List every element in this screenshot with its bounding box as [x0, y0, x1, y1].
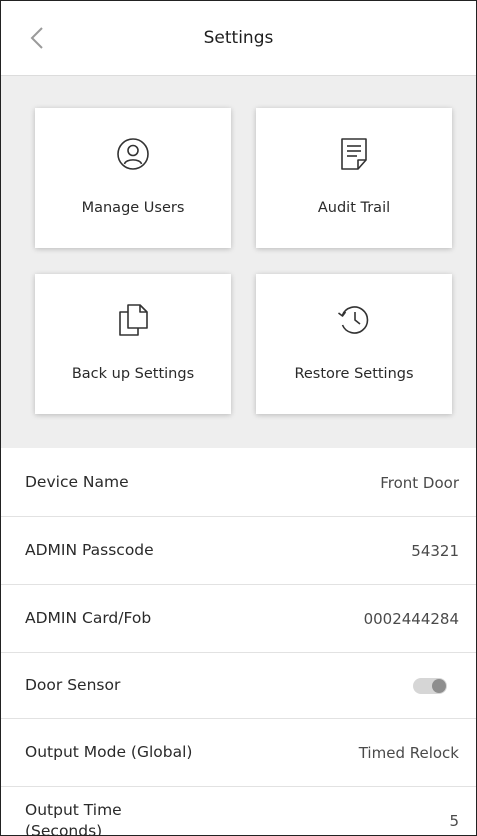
setting-label: Door Sensor — [25, 676, 121, 694]
toggle-knob — [432, 678, 446, 693]
backup-settings-tile[interactable]: Back up Settings — [35, 274, 231, 414]
settings-screen: Settings Manage Users Audit Trail Back u… — [0, 0, 477, 836]
setting-label: ADMIN Card/Fob — [25, 609, 152, 627]
setting-value: Front Door — [380, 473, 459, 492]
setting-label: ADMIN Passcode — [25, 541, 154, 559]
output-time-row[interactable]: Output Time (Seconds) 5 — [1, 787, 476, 836]
page-title: Settings — [203, 28, 274, 48]
setting-label: Output Time (Seconds) — [25, 800, 122, 836]
setting-label: Device Name — [25, 473, 129, 491]
admin-passcode-row[interactable]: ADMIN Passcode 54321 — [1, 517, 476, 585]
tile-label: Audit Trail — [317, 200, 391, 216]
setting-value: 54321 — [411, 541, 459, 560]
tile-label: Manage Users — [81, 200, 185, 216]
device-name-row[interactable]: Device Name Front Door — [1, 449, 476, 517]
manage-users-tile[interactable]: Manage Users — [35, 108, 231, 248]
audit-trail-tile[interactable]: Audit Trail — [256, 108, 452, 248]
user-circle-icon — [116, 136, 150, 172]
door-sensor-toggle[interactable] — [413, 677, 447, 694]
history-clock-icon — [336, 302, 372, 338]
quick-actions-grid: Manage Users Audit Trail Back up Setting… — [1, 76, 476, 448]
setting-value: 5 — [449, 811, 459, 830]
tile-label: Restore Settings — [294, 366, 414, 382]
setting-value: Timed Relock — [358, 743, 459, 762]
setting-value: 0002444284 — [363, 609, 459, 628]
restore-settings-tile[interactable]: Restore Settings — [256, 274, 452, 414]
copy-documents-icon — [116, 302, 150, 338]
output-mode-row[interactable]: Output Mode (Global) Timed Relock — [1, 719, 476, 787]
settings-list: Device Name Front Door ADMIN Passcode 54… — [1, 449, 476, 836]
header-bar: Settings — [1, 1, 476, 76]
back-button[interactable] — [23, 23, 51, 53]
tile-label: Back up Settings — [71, 366, 195, 382]
document-list-icon — [339, 136, 369, 172]
door-sensor-row: Door Sensor — [1, 653, 476, 719]
admin-card-row[interactable]: ADMIN Card/Fob 0002444284 — [1, 585, 476, 653]
setting-label: Output Mode (Global) — [25, 743, 193, 761]
chevron-left-icon — [30, 27, 43, 49]
